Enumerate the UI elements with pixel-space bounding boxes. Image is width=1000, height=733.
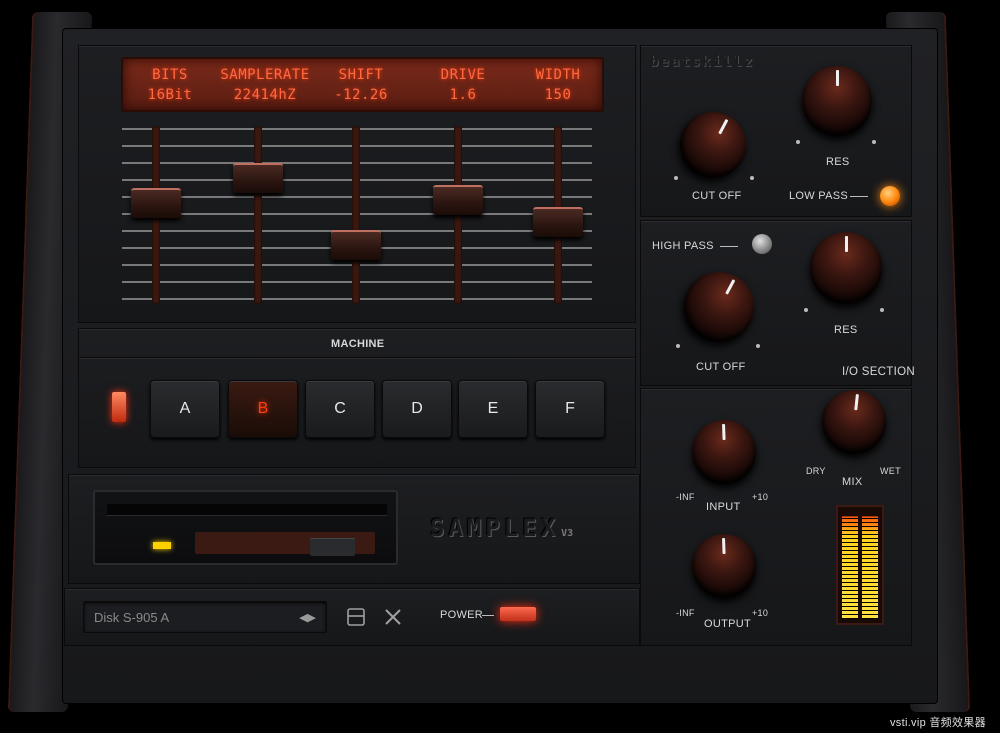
highpass-res-knob[interactable] [810, 232, 882, 304]
input-max-label: +10 [752, 492, 769, 502]
lowpass-cutoff-label: CUT OFF [692, 190, 742, 202]
meter-right-channel [862, 516, 878, 619]
lcd-shift-label: SHIFT [338, 67, 384, 83]
input-label: INPUT [706, 501, 741, 513]
highpass-toggle-label: HIGH PASS [652, 240, 714, 252]
lowpass-res-knob[interactable] [802, 66, 872, 136]
watermark: vsti.vip 音频效果器 [890, 717, 986, 729]
lcd-drive: DRIVE 1.6 [433, 67, 493, 103]
machine-status-led [112, 392, 126, 422]
save-icon [347, 608, 365, 626]
floppy-eject-button[interactable] [310, 538, 355, 556]
lcd-width-label: WIDTH [535, 67, 581, 83]
width-slider-handle[interactable] [533, 207, 583, 238]
lcd-samplerate: SAMPLERATE 22414hZ [215, 67, 315, 103]
floppy-slot [107, 504, 387, 516]
machine-title: MACHINE [331, 338, 385, 350]
lowpass-cutoff-max-dot [750, 176, 754, 180]
highpass-cutoff-max-dot [756, 344, 760, 348]
mix-wet-label: WET [880, 466, 901, 476]
floppy-activity-led [153, 542, 171, 549]
lcd-drive-label: DRIVE [440, 67, 486, 83]
product-logo: SAMPLEX V3 [430, 514, 573, 542]
output-min-label: -INF [676, 608, 695, 618]
lcd-bits-label: BITS [152, 67, 188, 83]
highpass-res-min-dot [804, 308, 808, 312]
lowpass-enable-led[interactable] [880, 186, 900, 206]
disk-name: Disk S-905 A [94, 610, 170, 625]
highpass-enable-led[interactable] [752, 234, 772, 254]
lcd-display: BITS 16Bit SAMPLERATE 22414hZ SHIFT -12.… [121, 57, 604, 112]
lcd-width: WIDTH 150 [528, 67, 588, 103]
product-name: SAMPLEX [430, 514, 560, 542]
output-max-label: +10 [752, 608, 769, 618]
lowpass-res-min-dot [796, 140, 800, 144]
drive-slider-handle[interactable] [433, 185, 483, 216]
machine-button-d[interactable]: D [382, 380, 452, 438]
delete-button[interactable] [382, 606, 404, 628]
machine-button-f[interactable]: F [535, 380, 605, 438]
samplerate-slider-handle[interactable] [233, 163, 283, 193]
machine-button-b[interactable]: B [228, 380, 298, 438]
machine-separator [80, 357, 634, 358]
lcd-samplerate-label: SAMPLERATE [220, 67, 310, 83]
bits-slider-handle[interactable] [131, 188, 181, 219]
lowpass-cutoff-min-dot [674, 176, 678, 180]
lowpass-res-label: RES [826, 156, 850, 168]
disk-nav-arrows-icon[interactable]: ◀▶ [299, 611, 316, 624]
highpass-cutoff-min-dot [676, 344, 680, 348]
close-icon [385, 609, 401, 625]
machine-button-c[interactable]: C [305, 380, 375, 438]
lowpass-toggle-label: LOW PASS [789, 190, 849, 202]
shift-slider-track[interactable] [352, 126, 360, 304]
lcd-drive-value: 1.6 [449, 87, 477, 103]
disk-selector[interactable]: Disk S-905 A ◀▶ [83, 601, 327, 633]
slider-bank [122, 118, 592, 308]
brand-logo: beatskillz [650, 54, 755, 70]
product-version: V3 [561, 528, 574, 539]
power-label: POWER [440, 609, 484, 621]
power-label-line [482, 615, 494, 616]
highpass-cutoff-label: CUT OFF [696, 361, 746, 373]
mix-label: MIX [842, 476, 863, 488]
lcd-samplerate-value: 22414hZ [233, 87, 297, 103]
save-button[interactable] [345, 606, 367, 628]
lowpass-res-max-dot [872, 140, 876, 144]
machine-button-a[interactable]: A [150, 380, 220, 438]
floppy-drive [93, 490, 398, 565]
meter-left-channel [842, 516, 858, 619]
highpass-res-max-dot [880, 308, 884, 312]
lcd-bits-value: 16Bit [147, 87, 193, 103]
highpass-label-line [720, 246, 738, 247]
shift-slider-handle[interactable] [331, 229, 381, 260]
input-min-label: -INF [676, 492, 695, 502]
power-toggle[interactable] [500, 607, 536, 621]
io-section-title: I/O SECTION [842, 366, 915, 378]
highpass-res-label: RES [834, 324, 858, 336]
output-level-meter [836, 505, 884, 625]
lcd-width-value: 150 [544, 87, 572, 103]
lcd-shift: SHIFT -12.26 [331, 67, 391, 103]
lowpass-panel [640, 45, 912, 217]
output-label: OUTPUT [704, 618, 752, 630]
lowpass-label-line [850, 196, 868, 197]
mix-dry-label: DRY [806, 466, 826, 476]
samplerate-slider-track[interactable] [254, 126, 262, 304]
lcd-shift-value: -12.26 [334, 87, 388, 103]
machine-button-e[interactable]: E [458, 380, 528, 438]
lcd-bits: BITS 16Bit [145, 67, 195, 103]
